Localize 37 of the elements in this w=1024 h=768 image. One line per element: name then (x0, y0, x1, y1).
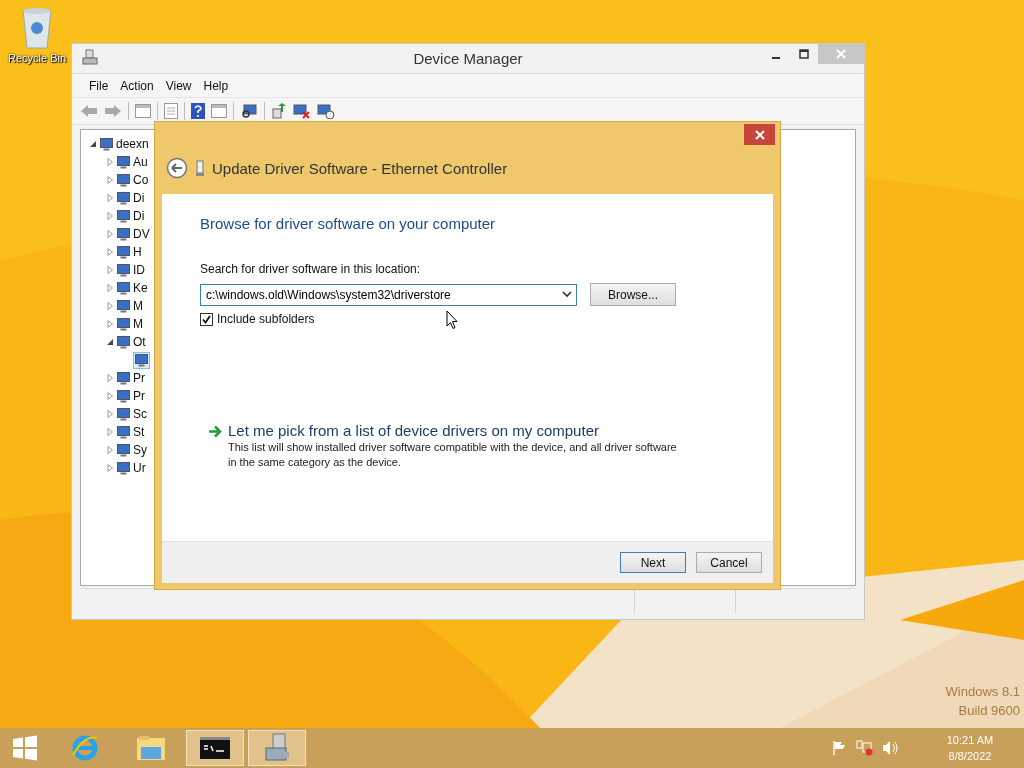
tree-item[interactable]: Sc (117, 407, 147, 421)
watermark-text: Build 9600 (958, 703, 1020, 718)
tree-item[interactable]: DV (117, 227, 150, 241)
tree-item[interactable]: M (117, 317, 143, 331)
browse-button[interactable]: Browse... (590, 283, 676, 306)
tree-item[interactable]: Ot (117, 335, 146, 349)
tree-item[interactable]: Co (117, 173, 149, 187)
tree-item[interactable]: Pr (117, 389, 145, 403)
tree-item[interactable]: Pr (117, 371, 145, 385)
menu-item[interactable]: View (160, 78, 197, 93)
tree-item[interactable]: Di (117, 191, 145, 205)
tree-item[interactable]: deexn (100, 137, 149, 151)
tree-item[interactable]: St (117, 425, 145, 439)
next-button[interactable]: Next (620, 552, 686, 573)
clock-time: 10:21 AM (946, 733, 994, 748)
tree-item[interactable]: Ur (117, 461, 146, 475)
checkbox-label[interactable]: Include subfolders (217, 312, 315, 326)
link-description: This list will show installed driver software compatible with the device, and all driver software in the same category as the device. (228, 440, 678, 470)
clock-date: 8/8/2022 (948, 749, 992, 764)
tree-item[interactable]: H (117, 245, 142, 259)
window-title: Device Manager (413, 50, 523, 67)
field-label: Search for driver software in this location: (200, 262, 422, 276)
tree-item[interactable]: Sy (117, 443, 147, 457)
dialog-heading: Browse for driver software on your computer (200, 215, 497, 232)
tree-item[interactable]: Ke (117, 281, 148, 295)
watermark-text: Windows 8.1 (945, 684, 1020, 699)
cancel-button[interactable]: Cancel (696, 552, 762, 573)
link[interactable]: Let me pick from a list of device drivers on my computer (228, 422, 688, 439)
tree-item[interactable]: Au (117, 155, 148, 169)
tree-item[interactable]: M (117, 299, 143, 313)
menu-item[interactable]: File (84, 78, 114, 93)
menu-item[interactable]: Help (198, 78, 234, 93)
menu-item[interactable]: Action (115, 78, 159, 93)
tree-item[interactable]: Di (117, 209, 145, 223)
tree-item[interactable]: ID (117, 263, 145, 277)
dialog-title: Update Driver Software - Ethernet Controller (212, 159, 508, 177)
location-combo-box[interactable]: c:\windows.old\Windows\system32\driverstore (200, 283, 577, 306)
